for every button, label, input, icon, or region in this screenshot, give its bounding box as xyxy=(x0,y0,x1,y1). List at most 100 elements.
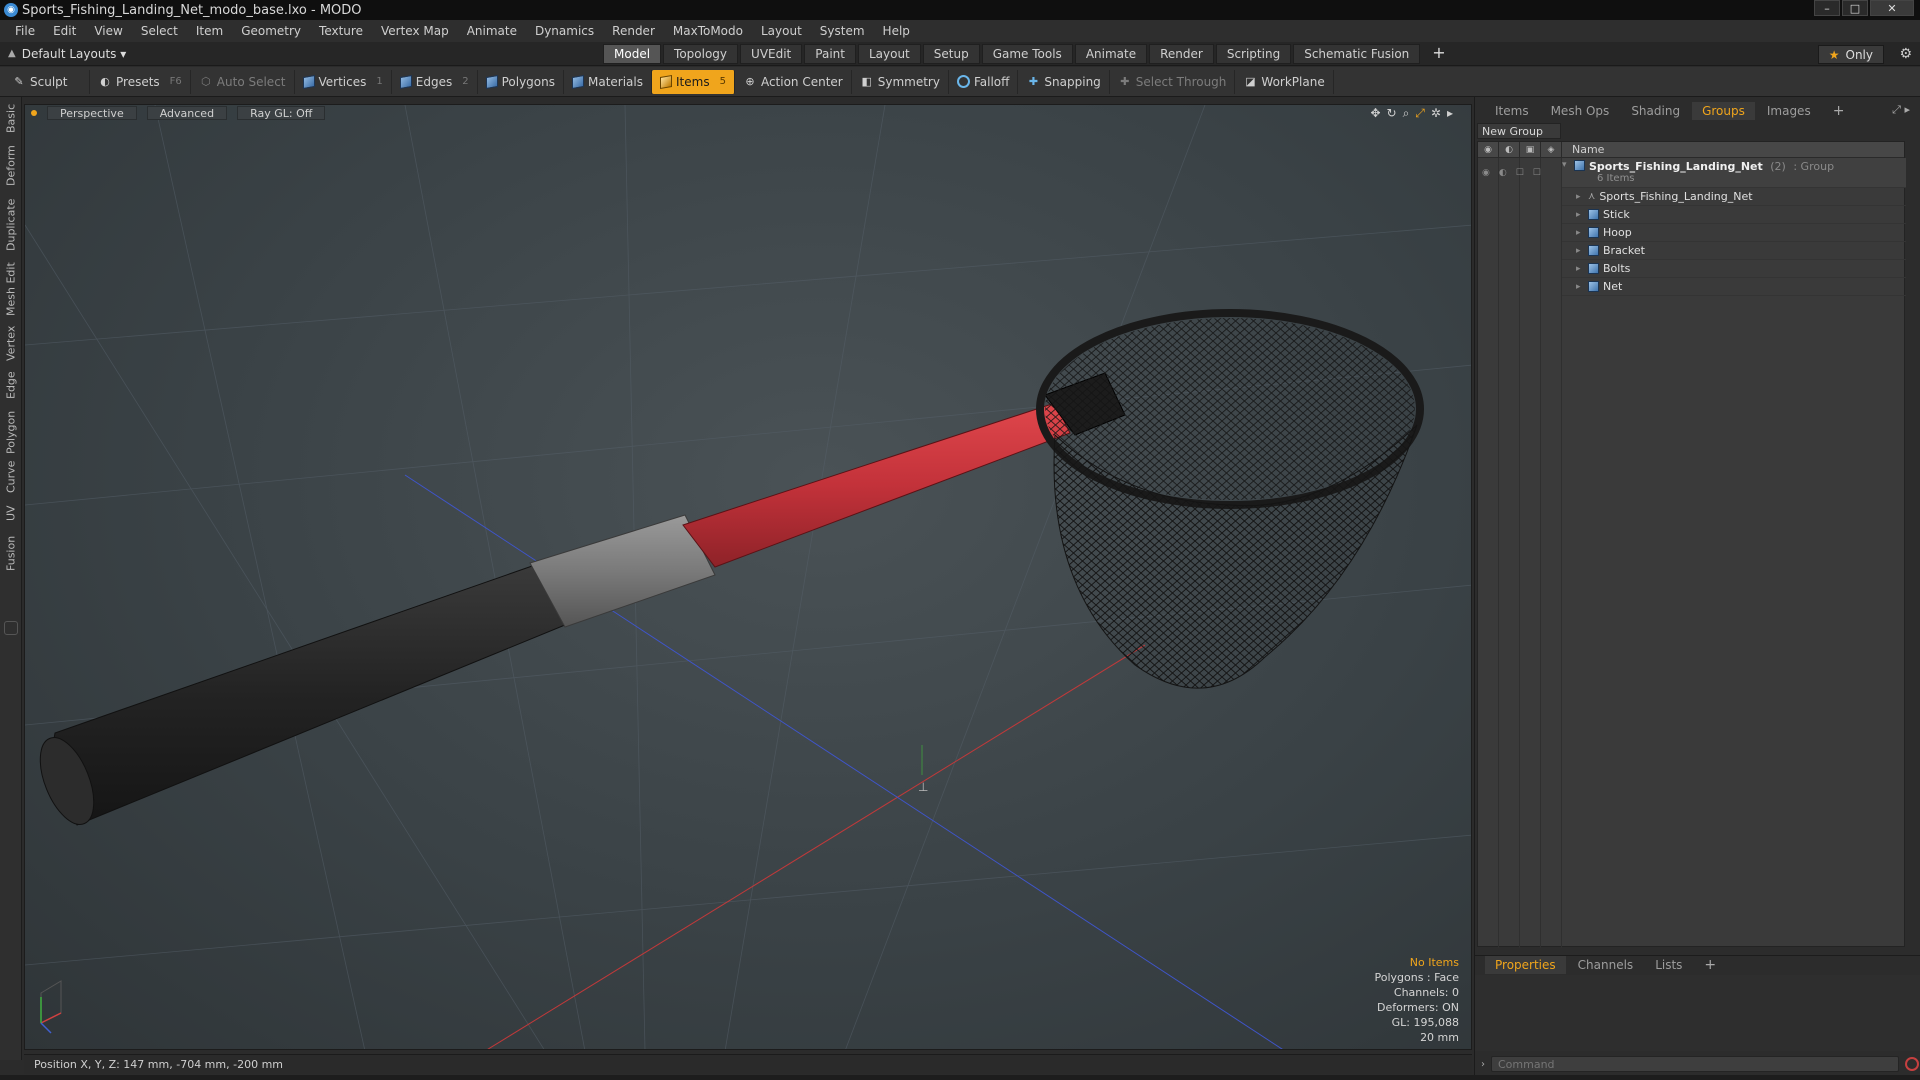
viewport-menu-dot[interactable] xyxy=(31,110,37,116)
expand-triangle-icon[interactable]: ▸ xyxy=(1576,228,1588,238)
presets-button[interactable]: ◐ Presets F6 xyxy=(90,69,191,94)
menu-dynamics[interactable]: Dynamics xyxy=(526,24,603,38)
left-tab-fusion[interactable]: Fusion xyxy=(3,533,19,573)
edges-button[interactable]: Edges 2 xyxy=(392,69,478,94)
menu-edit[interactable]: Edit xyxy=(44,24,85,38)
viewport-expand-arrow-icon[interactable]: ▸ xyxy=(1447,106,1453,121)
panel-expand-icon[interactable]: ⤢ ▸ xyxy=(1892,103,1910,117)
select-through-button[interactable]: ✚ Select Through xyxy=(1110,69,1236,94)
new-group-button[interactable]: New Group xyxy=(1477,123,1561,139)
menu-texture[interactable]: Texture xyxy=(310,24,372,38)
menu-item[interactable]: Item xyxy=(187,24,232,38)
left-tab-vertex[interactable]: Vertex xyxy=(3,323,19,363)
menu-render[interactable]: Render xyxy=(603,24,664,38)
minimize-button[interactable]: – xyxy=(1814,0,1840,16)
tab-lists[interactable]: Lists xyxy=(1645,956,1692,974)
zoom-icon[interactable]: ⌕ xyxy=(1403,106,1410,121)
list-item[interactable]: ▸ Net xyxy=(1562,278,1906,296)
tab-schematic-fusion[interactable]: Schematic Fusion xyxy=(1293,44,1421,64)
visibility-column-icon[interactable]: ◉ xyxy=(1478,141,1499,158)
left-tab-deform[interactable]: Deform xyxy=(3,145,19,187)
menu-animate[interactable]: Animate xyxy=(458,24,526,38)
tab-animate[interactable]: Animate xyxy=(1074,44,1148,64)
grip-mesh[interactable] xyxy=(29,564,566,832)
workplane-button[interactable]: ◪ WorkPlane xyxy=(1235,69,1334,94)
add-tab-button[interactable]: + xyxy=(1422,44,1455,64)
list-item[interactable]: ▸ Stick xyxy=(1562,206,1906,224)
expand-triangle-icon[interactable]: ▸ xyxy=(1576,246,1588,256)
lock-column-icon[interactable]: ▣ xyxy=(1520,141,1541,158)
tab-render[interactable]: Render xyxy=(1149,44,1214,64)
group-row[interactable]: ▾ Sports_Fishing_Landing_Net (2) : Group… xyxy=(1562,158,1906,188)
menu-layout[interactable]: Layout xyxy=(752,24,811,38)
shading-dropdown[interactable]: Advanced xyxy=(146,106,228,120)
tab-shading[interactable]: Shading xyxy=(1621,102,1690,120)
tab-setup[interactable]: Setup xyxy=(922,44,980,64)
command-stop-icon[interactable] xyxy=(1905,1057,1919,1071)
gear-icon[interactable]: ⚙ xyxy=(1899,46,1912,62)
maximize-viewport-icon[interactable]: ⤢ xyxy=(1415,106,1425,121)
left-panel-toggle[interactable] xyxy=(4,621,18,635)
menu-view[interactable]: View xyxy=(85,24,131,38)
tab-images[interactable]: Images xyxy=(1757,102,1821,120)
expand-triangle-icon[interactable]: ▸ xyxy=(1576,210,1588,220)
items-button[interactable]: Items 5 xyxy=(652,69,735,94)
expand-triangle-icon[interactable]: ▸ xyxy=(1576,264,1588,274)
command-input[interactable] xyxy=(1491,1056,1899,1072)
only-button[interactable]: ★ Only xyxy=(1817,45,1884,64)
scene-canvas[interactable]: ⊥ xyxy=(25,105,1472,1050)
left-tab-curve[interactable]: Curve xyxy=(3,459,19,495)
tab-game-tools[interactable]: Game Tools xyxy=(981,44,1073,64)
left-tab-edge[interactable]: Edge xyxy=(3,367,19,403)
materials-button[interactable]: Materials xyxy=(564,69,652,94)
polygons-button[interactable]: Polygons xyxy=(478,69,564,94)
expand-triangle-icon[interactable]: ▾ xyxy=(1562,160,1574,170)
list-item[interactable]: ▸ Hoop xyxy=(1562,224,1906,242)
shaft-mesh[interactable] xyxy=(682,402,1071,568)
name-column-header[interactable]: Name xyxy=(1562,143,1604,156)
tab-uvedit[interactable]: UVEdit xyxy=(740,44,803,64)
tab-paint[interactable]: Paint xyxy=(804,44,856,64)
list-item[interactable]: ▸ Bracket xyxy=(1562,242,1906,260)
left-tab-polygon[interactable]: Polygon xyxy=(3,409,19,455)
collapse-up-icon[interactable]: ▲ xyxy=(8,48,16,59)
falloff-button[interactable]: Falloff xyxy=(949,69,1019,94)
raygl-toggle[interactable]: Ray GL: Off xyxy=(237,106,326,120)
command-history-arrow-icon[interactable]: › xyxy=(1481,1059,1485,1070)
symmetry-button[interactable]: ◧ Symmetry xyxy=(852,69,949,94)
menu-file[interactable]: File xyxy=(6,24,44,38)
add-panel-tab-button[interactable]: + xyxy=(1823,102,1855,120)
group-render-icon[interactable]: ◐ xyxy=(1499,168,1507,178)
layout-dropdown[interactable]: ▲ Default Layouts ▾ xyxy=(0,47,600,61)
list-item[interactable]: ▸ ⋏ Sports_Fishing_Landing_Net xyxy=(1562,188,1906,206)
view-mode-dropdown[interactable]: Perspective xyxy=(47,106,137,120)
maximize-button[interactable]: □ xyxy=(1842,0,1868,16)
snapping-button[interactable]: ✚ Snapping xyxy=(1018,69,1110,94)
sculpt-button[interactable]: ✎ Sculpt xyxy=(4,69,90,94)
3d-viewport[interactable]: ⊥ Perspective Advanced Ray GL: Off ✥ ↻ ⌕… xyxy=(24,104,1472,1050)
tab-channels[interactable]: Channels xyxy=(1568,956,1644,974)
tab-scripting[interactable]: Scripting xyxy=(1215,44,1292,64)
menu-select[interactable]: Select xyxy=(132,24,187,38)
menu-vertex-map[interactable]: Vertex Map xyxy=(372,24,458,38)
menu-system[interactable]: System xyxy=(811,24,874,38)
auto-select-button[interactable]: ⬡ Auto Select xyxy=(191,69,295,94)
pan-icon[interactable]: ✥ xyxy=(1370,106,1380,121)
group-select-checkbox[interactable]: ☐ xyxy=(1533,168,1541,178)
group-visibility-eye-icon[interactable]: ◉ xyxy=(1482,168,1490,178)
tab-model[interactable]: Model xyxy=(603,44,662,64)
close-button[interactable]: ✕ xyxy=(1870,0,1914,16)
groups-scrollbar[interactable] xyxy=(1907,141,1915,947)
expand-triangle-icon[interactable]: ▸ xyxy=(1576,192,1588,202)
menu-help[interactable]: Help xyxy=(874,24,919,38)
render-column-icon[interactable]: ◐ xyxy=(1499,141,1520,158)
vertices-button[interactable]: Vertices 1 xyxy=(295,69,392,94)
rotate-icon[interactable]: ↻ xyxy=(1387,106,1397,121)
select-column-icon[interactable]: ◈ xyxy=(1541,141,1562,158)
left-tab-mesh-edit[interactable]: Mesh Edit xyxy=(3,261,19,317)
left-tab-duplicate[interactable]: Duplicate xyxy=(3,197,19,253)
collar-mesh[interactable] xyxy=(529,514,716,628)
groups-list[interactable]: ◉ ◐ ▣ ◈ Name ◉ ◐ ☐ ☐ ▾ Sports_Fishing_La… xyxy=(1477,141,1906,948)
tab-properties[interactable]: Properties xyxy=(1485,955,1566,974)
tab-layout[interactable]: Layout xyxy=(857,44,921,64)
